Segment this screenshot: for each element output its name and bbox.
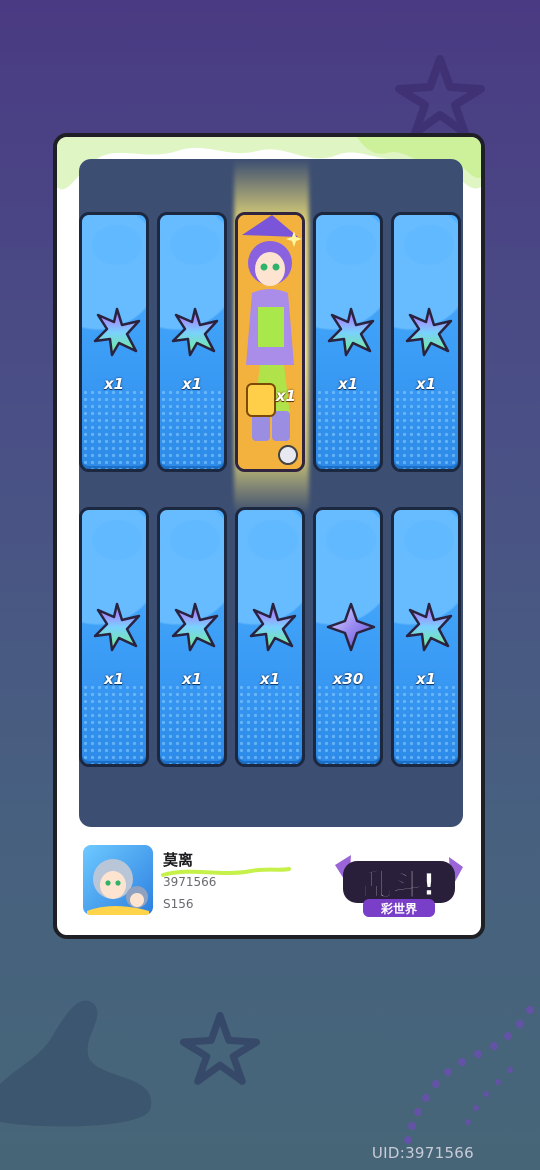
reward-slot[interactable]: x1 xyxy=(313,212,383,472)
reward-quantity: x1 xyxy=(415,375,437,393)
slot-dots xyxy=(82,684,146,764)
reward-slot[interactable]: x1 xyxy=(391,212,461,472)
reward-slot-character[interactable]: x1 xyxy=(235,212,305,472)
slot-dots xyxy=(238,684,302,764)
reward-quantity: x1 xyxy=(181,375,203,393)
rainbow-crystal-icon xyxy=(171,307,219,357)
player-name: 莫离 xyxy=(163,851,194,869)
slot-splash xyxy=(170,520,220,560)
reward-share-card: x1 x1 x1 x1 x1 x1 x1 x1 x30 x1 莫离 397156… xyxy=(53,133,485,939)
player-footer: 莫离 3971566 S156 乱斗! 彩世界 xyxy=(57,827,481,935)
rainbow-crystal-icon xyxy=(327,307,375,357)
slot-dots xyxy=(394,684,458,764)
player-id: 3971566 xyxy=(163,875,217,889)
slot-splash xyxy=(404,225,454,265)
reward-quantity: x1 xyxy=(181,670,203,688)
game-logo: 乱斗! 彩世界 xyxy=(329,847,467,923)
uid-label: UID:3971566 xyxy=(371,1144,474,1162)
reward-quantity: x1 xyxy=(415,670,437,688)
slot-dots xyxy=(394,389,458,469)
slot-splash xyxy=(92,225,142,265)
rainbow-crystal-icon xyxy=(249,602,297,652)
reward-quantity: x1 xyxy=(103,670,125,688)
magnify-icon[interactable] xyxy=(278,445,298,465)
reward-board: x1 x1 x1 x1 x1 x1 x1 x1 x30 x1 xyxy=(79,159,463,827)
game-logo-art: 乱斗! 彩世界 xyxy=(335,855,463,917)
svg-text:彩世界: 彩世界 xyxy=(380,901,417,916)
slot-dots xyxy=(316,389,380,469)
reward-quantity: x30 xyxy=(332,670,364,688)
slot-dots xyxy=(160,684,224,764)
slot-splash xyxy=(326,225,376,265)
reward-slot[interactable]: x1 xyxy=(79,212,149,472)
reward-slot[interactable]: x30 xyxy=(313,507,383,767)
reward-slot[interactable]: x1 xyxy=(391,507,461,767)
rainbow-crystal-icon xyxy=(405,602,453,652)
player-avatar[interactable] xyxy=(81,843,155,917)
rainbow-crystal-icon xyxy=(171,602,219,652)
rainbow-crystal-icon xyxy=(93,307,141,357)
slot-splash xyxy=(170,225,220,265)
slot-splash xyxy=(248,520,298,560)
slot-dots xyxy=(316,684,380,764)
background-star-icon xyxy=(180,1011,260,1085)
reward-quantity: x1 xyxy=(103,375,125,393)
reward-slot[interactable]: x1 xyxy=(79,507,149,767)
reward-quantity: x1 xyxy=(275,387,296,405)
paint-splat-decoration xyxy=(0,1000,152,1127)
reward-slot[interactable]: x1 xyxy=(235,507,305,767)
character-portrait xyxy=(238,215,302,469)
rainbow-crystal-icon xyxy=(93,602,141,652)
slot-dots xyxy=(82,389,146,469)
reward-quantity: x1 xyxy=(337,375,359,393)
slot-splash xyxy=(92,520,142,560)
reward-slot[interactable]: x1 xyxy=(157,212,227,472)
slot-splash xyxy=(326,520,376,560)
slot-dots xyxy=(160,389,224,469)
reward-row-2: x1 x1 x1 x30 x1 xyxy=(79,507,463,769)
reward-quantity: x1 xyxy=(259,670,281,688)
background-star-icon xyxy=(395,55,485,135)
rainbow-crystal-icon xyxy=(405,307,453,357)
reward-row-1: x1 x1 x1 x1 x1 xyxy=(79,212,463,474)
svg-text:乱斗!: 乱斗! xyxy=(362,868,436,903)
avatar-character-icon xyxy=(87,859,149,915)
player-server: S156 xyxy=(163,897,194,911)
slot-splash xyxy=(404,520,454,560)
reward-slot[interactable]: x1 xyxy=(157,507,227,767)
star-shard-icon xyxy=(326,602,376,652)
character-badge-icon xyxy=(246,383,276,417)
